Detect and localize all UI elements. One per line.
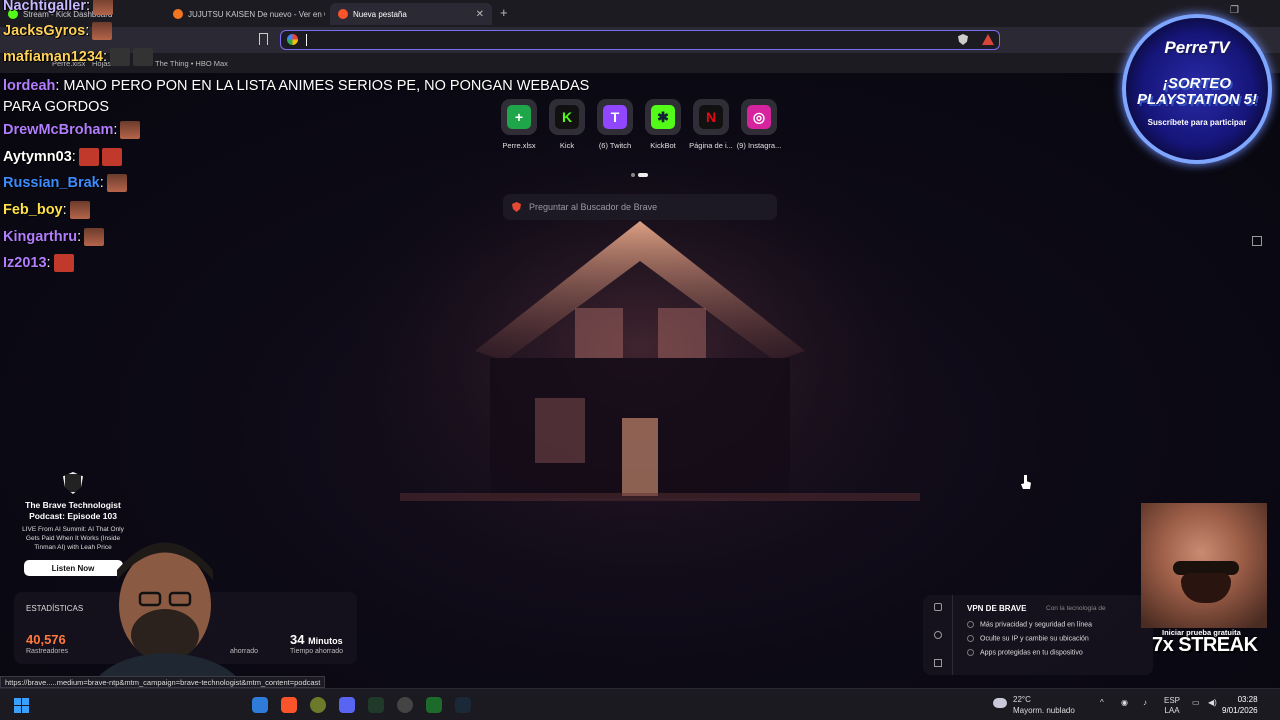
time-saved-label: Tiempo ahorrado (290, 648, 344, 655)
brave-taskbar-icon[interactable] (281, 697, 297, 713)
screen: Stream - Kick Dashboard JUJUTSU KAISEN D… (0, 0, 1280, 720)
status-bar-url: https://brave.....medium=brave-ntp&mtm_c… (0, 676, 326, 688)
brave-icon (338, 9, 348, 19)
emote-icon (78, 148, 99, 166)
crunchyroll-icon (173, 9, 183, 19)
chat-message: Aytymn03: (3, 148, 122, 166)
bookmark-icon[interactable] (259, 33, 268, 45)
app-icon[interactable] (252, 697, 268, 713)
instagram-icon: ◎ (747, 105, 771, 129)
emote-icon (106, 174, 127, 192)
mic-icon[interactable]: ♪ (1143, 698, 1147, 708)
display-icon[interactable]: ▭ (1192, 698, 1200, 708)
chat-message: Kingarthru: (3, 228, 105, 246)
vpn-title: VPN DE BRAVE (967, 604, 1027, 613)
emote-icon (84, 228, 105, 246)
bookmark-item[interactable]: The Thing • HBO Max (155, 59, 228, 68)
google-icon (287, 34, 298, 45)
emote-icon (101, 148, 122, 166)
volume-icon[interactable]: ◀) (1208, 698, 1217, 708)
emote-icon (132, 48, 153, 66)
text-caret (306, 34, 307, 46)
laughing-meme-image (1141, 503, 1267, 628)
tab-strip: Stream - Kick Dashboard JUJUTSU KAISEN D… (0, 0, 1280, 27)
steam-icon[interactable] (455, 697, 471, 713)
alert-icon[interactable] (934, 631, 942, 639)
bookmarks-bar: Perre.xlsx Hojas c The Thing • HBO Max (0, 53, 1280, 73)
badge-brand: PerreTV (1164, 38, 1230, 57)
obs-icon[interactable] (397, 697, 413, 713)
streak-overlay: 7x STREAK (1152, 634, 1258, 656)
vpn-card: VPN DE BRAVE Con la tecnología de Más pr… (923, 595, 1153, 675)
new-tab-button[interactable]: + (500, 5, 508, 20)
chat-message: Iz2013: (3, 254, 74, 272)
brave-lion-icon (512, 202, 521, 212)
emote-icon (109, 48, 130, 66)
emote-icon (120, 121, 141, 139)
search-input[interactable] (529, 198, 769, 216)
twitch-icon: T (603, 105, 627, 129)
chat-message: Feb_boy: (3, 201, 90, 219)
emote-icon (53, 254, 74, 272)
time-saved-value: 34 Minutos (290, 632, 343, 647)
badge-subtext: Suscríbete para participar (1147, 118, 1247, 127)
chat-message: mafiaman1234: (3, 48, 153, 66)
tray-chevron-icon[interactable]: ^ (1100, 698, 1104, 708)
tab-jujutsu[interactable]: JUJUTSU KAISEN De nuevo - Ver en C (165, 3, 325, 25)
weather-widget[interactable]: 22°C Mayorm. nublado (1013, 694, 1075, 716)
network-icon[interactable]: ◉ (1121, 698, 1128, 708)
vpn-sidebar (923, 595, 953, 675)
tab-new-tab[interactable]: Nueva pestaña ✕ (330, 3, 492, 25)
netflix-icon: N (699, 105, 723, 129)
windows-start-icon[interactable] (14, 698, 29, 713)
page-dot[interactable] (631, 173, 635, 177)
shield-icon[interactable] (934, 603, 942, 611)
emote-icon (92, 22, 113, 40)
chat-message: lordeah: MANO PERO PON EN LA LISTA ANIME… (3, 78, 590, 115)
top-sites-pager[interactable] (631, 164, 651, 182)
discord-icon[interactable] (339, 697, 355, 713)
vpn-feature: Oculte su IP y cambie su ubicación (967, 635, 1089, 642)
emote-icon (93, 0, 114, 15)
chat-message: DrewMcBroham: (3, 121, 141, 139)
weather-icon (993, 698, 1007, 708)
vpn-subtitle: Con la tecnología de (1046, 605, 1106, 612)
card-icon[interactable] (934, 659, 942, 667)
address-bar[interactable] (280, 30, 1000, 50)
vpn-feature: Más privacidad y seguridad en línea (967, 621, 1092, 628)
brave-lion-icon (63, 472, 83, 494)
giveaway-badge: PerreTV ¡SORTEO PLAYSTATION 5! Suscríbete… (1118, 10, 1276, 164)
app-icon[interactable] (368, 697, 384, 713)
system-clock[interactable]: 03:28 9/01/2026 (1222, 694, 1258, 716)
open-external-icon[interactable] (1252, 236, 1262, 246)
streamer-webcam (85, 542, 250, 695)
chat-message: Russian_Brak: (3, 174, 127, 192)
kickbot-icon: ✱ (651, 105, 675, 129)
page-dot-active[interactable] (638, 173, 648, 177)
badge-headline: ¡SORTEO PLAYSTATION 5! (1137, 75, 1257, 108)
app-icon[interactable] (426, 697, 442, 713)
chat-message: JacksGyros: (3, 22, 113, 40)
taskbar: 22°C Mayorm. nublado ^ ◉ ♪ ESP LAA ▭ ◀) 03… (0, 688, 1280, 720)
brave-search-box[interactable] (503, 194, 777, 220)
chat-message: Nachtigaller: (3, 0, 114, 15)
emote-icon (69, 201, 90, 219)
app-icon[interactable] (310, 697, 326, 713)
language-indicator[interactable]: ESP LAA (1164, 696, 1180, 716)
vpn-feature: Apps protegidas en tu dispositivo (967, 649, 1083, 656)
top-site-instagram[interactable]: ◎ (9) Instagra... (729, 99, 789, 150)
close-tab-icon[interactable]: ✕ (476, 9, 484, 20)
top-site-label: (9) Instagra... (736, 141, 782, 150)
promo-title: The Brave Technologist Podcast: Episode … (25, 500, 121, 521)
